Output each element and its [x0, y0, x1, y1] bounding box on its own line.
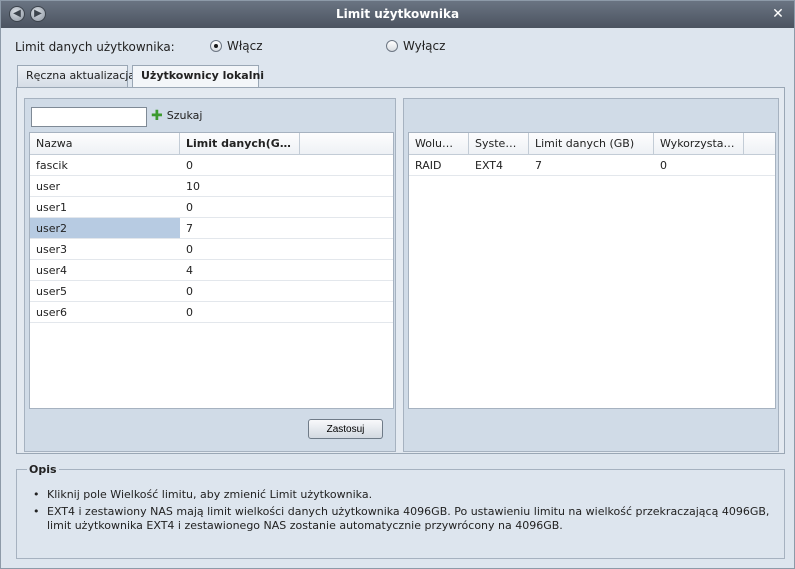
- volume-cell: RAID: [415, 159, 442, 172]
- search-input[interactable]: [31, 107, 147, 127]
- users-table: Nazwa Limit danych(GB) fascik 0 user 10 user…: [29, 132, 394, 409]
- search-button[interactable]: ✚ Szukaj: [151, 107, 203, 124]
- disable-label: Wyłącz: [403, 39, 446, 53]
- enable-label: Włącz: [227, 39, 263, 53]
- description-box: Opis Kliknij pole Wielkość limitu, aby z…: [16, 463, 785, 559]
- apply-button[interactable]: Zastosuj: [308, 419, 383, 439]
- usage-cell: 0: [660, 159, 667, 172]
- table-row[interactable]: user2 7: [30, 218, 393, 239]
- column-header-filesystem[interactable]: System...: [469, 133, 529, 154]
- user-limit-cell[interactable]: 0: [180, 155, 300, 175]
- user-limit-cell[interactable]: 0: [180, 281, 300, 301]
- table-row[interactable]: fascik 0: [30, 155, 393, 176]
- column-header-usage[interactable]: Wykorzystan...: [654, 133, 744, 154]
- search-plus-icon: ✚: [151, 107, 163, 124]
- user-name-cell: fascik: [36, 159, 68, 172]
- user-name-cell: user: [36, 180, 60, 193]
- description-item: EXT4 i zestawiony NAS mają limit wielkoś…: [33, 505, 773, 533]
- radio-unselected-icon: [386, 40, 398, 52]
- volumes-table: Wolumen System... Limit danych (GB) Wyko…: [408, 132, 776, 409]
- filesystem-cell: EXT4: [475, 159, 504, 172]
- column-header-name[interactable]: Nazwa: [30, 133, 180, 154]
- table-row[interactable]: user5 0: [30, 281, 393, 302]
- user-name-cell: user6: [36, 306, 67, 319]
- table-row[interactable]: user4 4: [30, 260, 393, 281]
- user-limit-cell[interactable]: 7: [180, 218, 300, 238]
- table-row[interactable]: user 10: [30, 176, 393, 197]
- description-list: Kliknij pole Wielkość limitu, aby zmieni…: [33, 488, 773, 536]
- column-header-data-limit[interactable]: Limit danych (GB): [529, 133, 654, 154]
- back-icon[interactable]: ◀: [9, 6, 25, 22]
- column-header-limit[interactable]: Limit danych(GB): [180, 133, 300, 154]
- window: ◀ ▶ Limit użytkownika ✕ Limit danych uży…: [0, 0, 795, 569]
- data-limit-cell: 7: [535, 159, 542, 172]
- user-limit-cell[interactable]: 10: [180, 176, 300, 196]
- user-name-cell: user3: [36, 243, 67, 256]
- radio-selected-icon: [210, 40, 222, 52]
- table-row[interactable]: RAID EXT4 7 0: [409, 155, 775, 176]
- description-title: Opis: [27, 463, 59, 476]
- user-name-cell: user5: [36, 285, 67, 298]
- window-title: Limit użytkownika: [335, 7, 460, 21]
- user-name-cell: user2: [30, 218, 180, 238]
- user-limit-row: Limit danych użytkownika: Włącz Wyłącz: [15, 39, 715, 57]
- user-name-cell: user4: [36, 264, 67, 277]
- tab-content: ✚ Szukaj Nazwa Limit danych(GB) fascik 0 u…: [16, 87, 785, 454]
- close-icon[interactable]: ✕: [770, 6, 786, 22]
- volumes-table-header: Wolumen System... Limit danych (GB) Wyko…: [409, 133, 775, 155]
- user-limit-label: Limit danych użytkownika:: [15, 40, 175, 54]
- description-item: Kliknij pole Wielkość limitu, aby zmieni…: [33, 488, 773, 502]
- table-row[interactable]: user6 0: [30, 302, 393, 323]
- disable-radio[interactable]: Wyłącz: [386, 39, 445, 53]
- search-button-label: Szukaj: [166, 109, 203, 122]
- volumes-pane: Wolumen System... Limit danych (GB) Wyko…: [403, 98, 779, 452]
- table-row[interactable]: user1 0: [30, 197, 393, 218]
- users-table-header: Nazwa Limit danych(GB): [30, 133, 393, 155]
- forward-icon[interactable]: ▶: [30, 6, 46, 22]
- tab-local-users[interactable]: Użytkownicy lokalni: [132, 65, 264, 87]
- title-bar: ◀ ▶ Limit użytkownika ✕: [1, 1, 794, 28]
- user-limit-cell[interactable]: 0: [180, 302, 300, 322]
- user-limit-cell[interactable]: 4: [180, 260, 300, 280]
- user-limit-cell[interactable]: 0: [180, 239, 300, 259]
- table-row[interactable]: user3 0: [30, 239, 393, 260]
- user-name-cell: user1: [36, 201, 67, 214]
- users-table-body: fascik 0 user 10 user1 0 user2 7 user3 0 user4 4 use…: [30, 155, 393, 323]
- column-header-volume[interactable]: Wolumen: [409, 133, 469, 154]
- volumes-table-body: RAID EXT4 7 0: [409, 155, 775, 176]
- user-limit-cell[interactable]: 0: [180, 197, 300, 217]
- tab-manual-update[interactable]: Ręczna aktualizacja: [17, 65, 135, 87]
- enable-radio[interactable]: Włącz: [210, 39, 263, 53]
- users-pane: ✚ Szukaj Nazwa Limit danych(GB) fascik 0 u…: [24, 98, 396, 452]
